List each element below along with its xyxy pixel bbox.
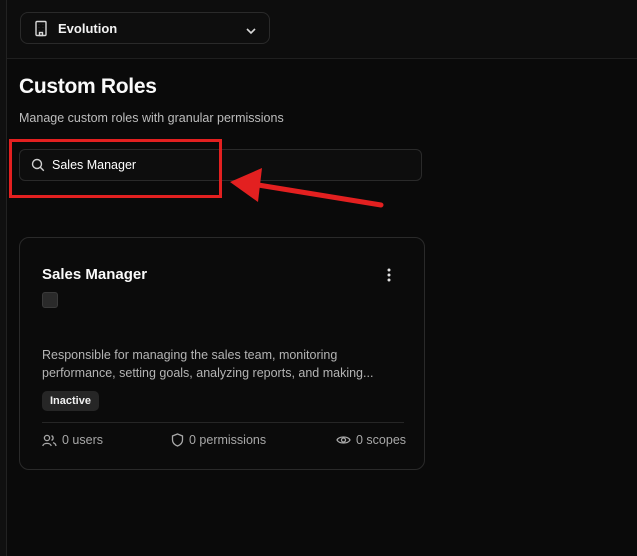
role-color-swatch [42, 292, 58, 308]
permissions-count-label: 0 permissions [189, 433, 267, 447]
more-options-icon[interactable] [382, 266, 396, 284]
divider [42, 422, 404, 423]
permissions-count: 0 permissions [171, 432, 266, 448]
status-badge: Inactive [42, 391, 99, 411]
eye-icon [336, 436, 351, 444]
scopes-count-label: 0 scopes [356, 433, 407, 447]
scopes-count: 0 scopes [336, 432, 406, 448]
users-count-label: 0 users [62, 433, 103, 447]
role-card[interactable]: Sales Manager Responsible for managing t… [19, 237, 425, 470]
role-description-line: Responsible for managing the sales team,… [42, 348, 338, 362]
role-name: Sales Manager [42, 266, 148, 283]
shield-icon [171, 433, 184, 447]
role-description-line: performance, setting goals, analyzing re… [42, 366, 374, 380]
users-icon [42, 434, 57, 446]
role-description: Responsible for managing the sales team,… [42, 346, 382, 382]
users-count: 0 users [42, 432, 103, 448]
